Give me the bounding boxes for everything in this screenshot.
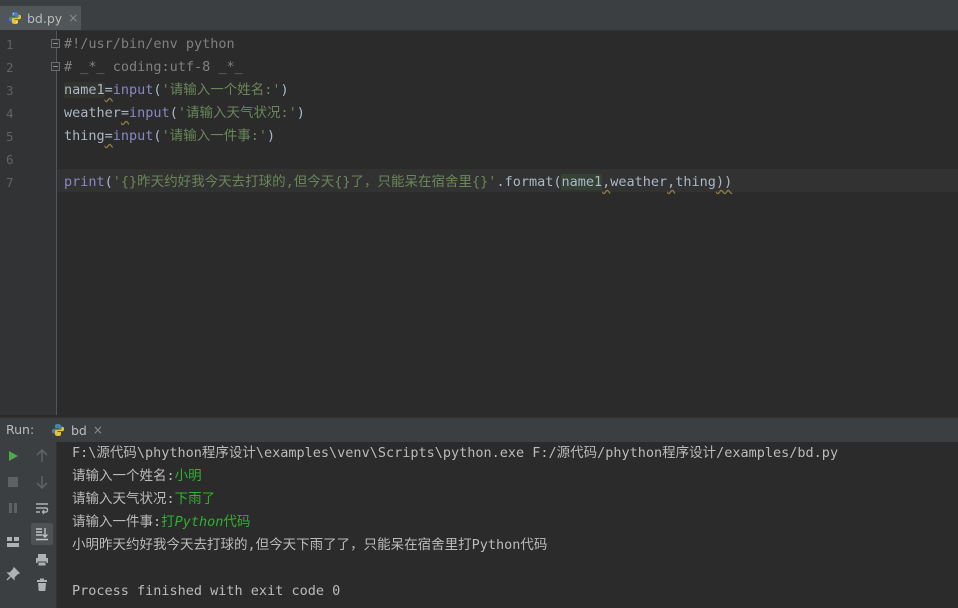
line-number: 7 <box>6 175 14 190</box>
code-paren: ( <box>169 105 178 121</box>
run-tab-label: bd <box>71 422 87 438</box>
close-run-tab-icon[interactable]: × <box>93 423 103 437</box>
console-exit-line: Process finished with exit code 0 <box>72 583 341 599</box>
down-arrow-icon[interactable] <box>34 474 50 490</box>
line-number-gutter: 1 2 3 4 5 6 7 <box>0 31 57 415</box>
code-paren: ) <box>280 82 289 98</box>
run-panel-label: Run: <box>6 422 35 437</box>
code-operator: = <box>104 82 113 98</box>
console-user-input: 下雨了 <box>174 491 216 507</box>
code-paren: ( <box>104 174 113 190</box>
code-line-2: # _*_ coding:utf-8 _*_ <box>64 59 243 75</box>
python-run-config-icon <box>52 424 64 436</box>
editor-tab-bar: bd.py × <box>0 0 958 31</box>
console-prompt: 请输入一件事: <box>72 514 162 530</box>
console-command-line: F:\源代码\phython程序设计\examples\venv\Scripts… <box>72 445 839 461</box>
up-arrow-icon[interactable] <box>34 448 50 464</box>
code-paren: ( <box>153 82 162 98</box>
run-toolbar <box>0 442 57 608</box>
console-prompt: 请输入一个姓名: <box>72 468 175 484</box>
code-argument: weather <box>610 174 668 190</box>
code-builtin: input <box>129 105 170 121</box>
code-string: '请输入一个姓名:' <box>161 82 281 98</box>
code-line-3: name1=input('请输入一个姓名:') <box>64 79 289 102</box>
console-user-input: 小明 <box>174 468 202 484</box>
stop-icon[interactable] <box>5 474 21 490</box>
console-prompt: 请输入天气状况: <box>72 491 175 507</box>
line-number: 2 <box>6 60 14 75</box>
scroll-to-end-icon[interactable] <box>31 523 53 545</box>
trash-icon[interactable] <box>34 577 50 593</box>
run-tab-bd[interactable]: bd × <box>51 418 103 442</box>
code-editor[interactable]: 1 2 3 4 5 6 7 #!/usr/bin/env python # _*… <box>0 31 958 415</box>
editor-tab-bd-py[interactable]: bd.py × <box>0 6 81 30</box>
line-number: 4 <box>6 106 14 121</box>
line-number: 3 <box>6 83 14 98</box>
code-string: '请输入天气状况:' <box>177 105 297 121</box>
run-console[interactable]: F:\源代码\phython程序设计\examples\venv\Scripts… <box>57 442 958 608</box>
code-argument: name1 <box>561 174 603 190</box>
code-variable: weather <box>64 105 121 121</box>
console-line-prompt-1: 请输入一个姓名:小明 <box>72 465 202 488</box>
console-line-prompt-3: 请输入一件事:打Python代码 <box>72 511 250 534</box>
code-line-1: #!/usr/bin/env python <box>64 36 235 52</box>
code-operator: = <box>104 128 113 144</box>
layout-icon[interactable] <box>5 534 21 550</box>
line-number: 1 <box>6 37 14 52</box>
code-builtin: input <box>112 128 154 144</box>
code-string: '请输入一件事:' <box>161 128 267 144</box>
run-panel-header: Run: bd × <box>0 417 958 442</box>
soft-wrap-icon[interactable] <box>34 500 50 516</box>
code-line-5: thing=input('请输入一件事:') <box>64 125 275 148</box>
print-icon[interactable] <box>34 552 50 568</box>
console-user-input: 代码 <box>223 514 251 530</box>
close-tab-icon[interactable]: × <box>68 11 78 25</box>
code-paren: ( <box>153 128 162 144</box>
code-method: .format( <box>496 174 562 190</box>
pause-icon[interactable] <box>5 500 21 516</box>
code-variable: name1 <box>64 82 105 98</box>
python-file-icon <box>9 12 21 24</box>
line-number: 5 <box>6 129 14 144</box>
code-paren: ) <box>266 128 276 144</box>
play-icon[interactable] <box>5 448 21 464</box>
line-number: 6 <box>6 152 14 167</box>
code-paren: )) <box>715 174 733 190</box>
editor-tab-label: bd.py <box>27 10 63 26</box>
code-argument: thing <box>675 174 716 190</box>
fold-marker-icon[interactable] <box>51 62 60 71</box>
code-paren: ) <box>296 105 305 121</box>
code-builtin: input <box>112 82 154 98</box>
console-user-input: 打 <box>161 514 175 530</box>
fold-marker-icon[interactable] <box>51 39 60 48</box>
code-variable: thing <box>64 128 105 144</box>
console-user-input: Python <box>174 514 224 530</box>
console-line-prompt-2: 请输入天气状况:下雨了 <box>72 488 215 511</box>
pin-icon[interactable] <box>5 566 21 582</box>
code-operator: = <box>120 105 130 121</box>
code-line-4: weather=input('请输入天气状况:') <box>64 102 305 125</box>
code-string: '{}昨天约好我今天去打球的,但今天{}了，只能呆在宿舍里{}' <box>112 174 497 190</box>
console-output-line: 小明昨天约好我今天去打球的,但今天下雨了了，只能呆在宿舍里打Python代码 <box>72 537 548 553</box>
code-builtin: print <box>64 174 105 190</box>
code-line-7: print('{}昨天约好我今天去打球的,但今天{}了，只能呆在宿舍里{}'.f… <box>64 171 732 194</box>
